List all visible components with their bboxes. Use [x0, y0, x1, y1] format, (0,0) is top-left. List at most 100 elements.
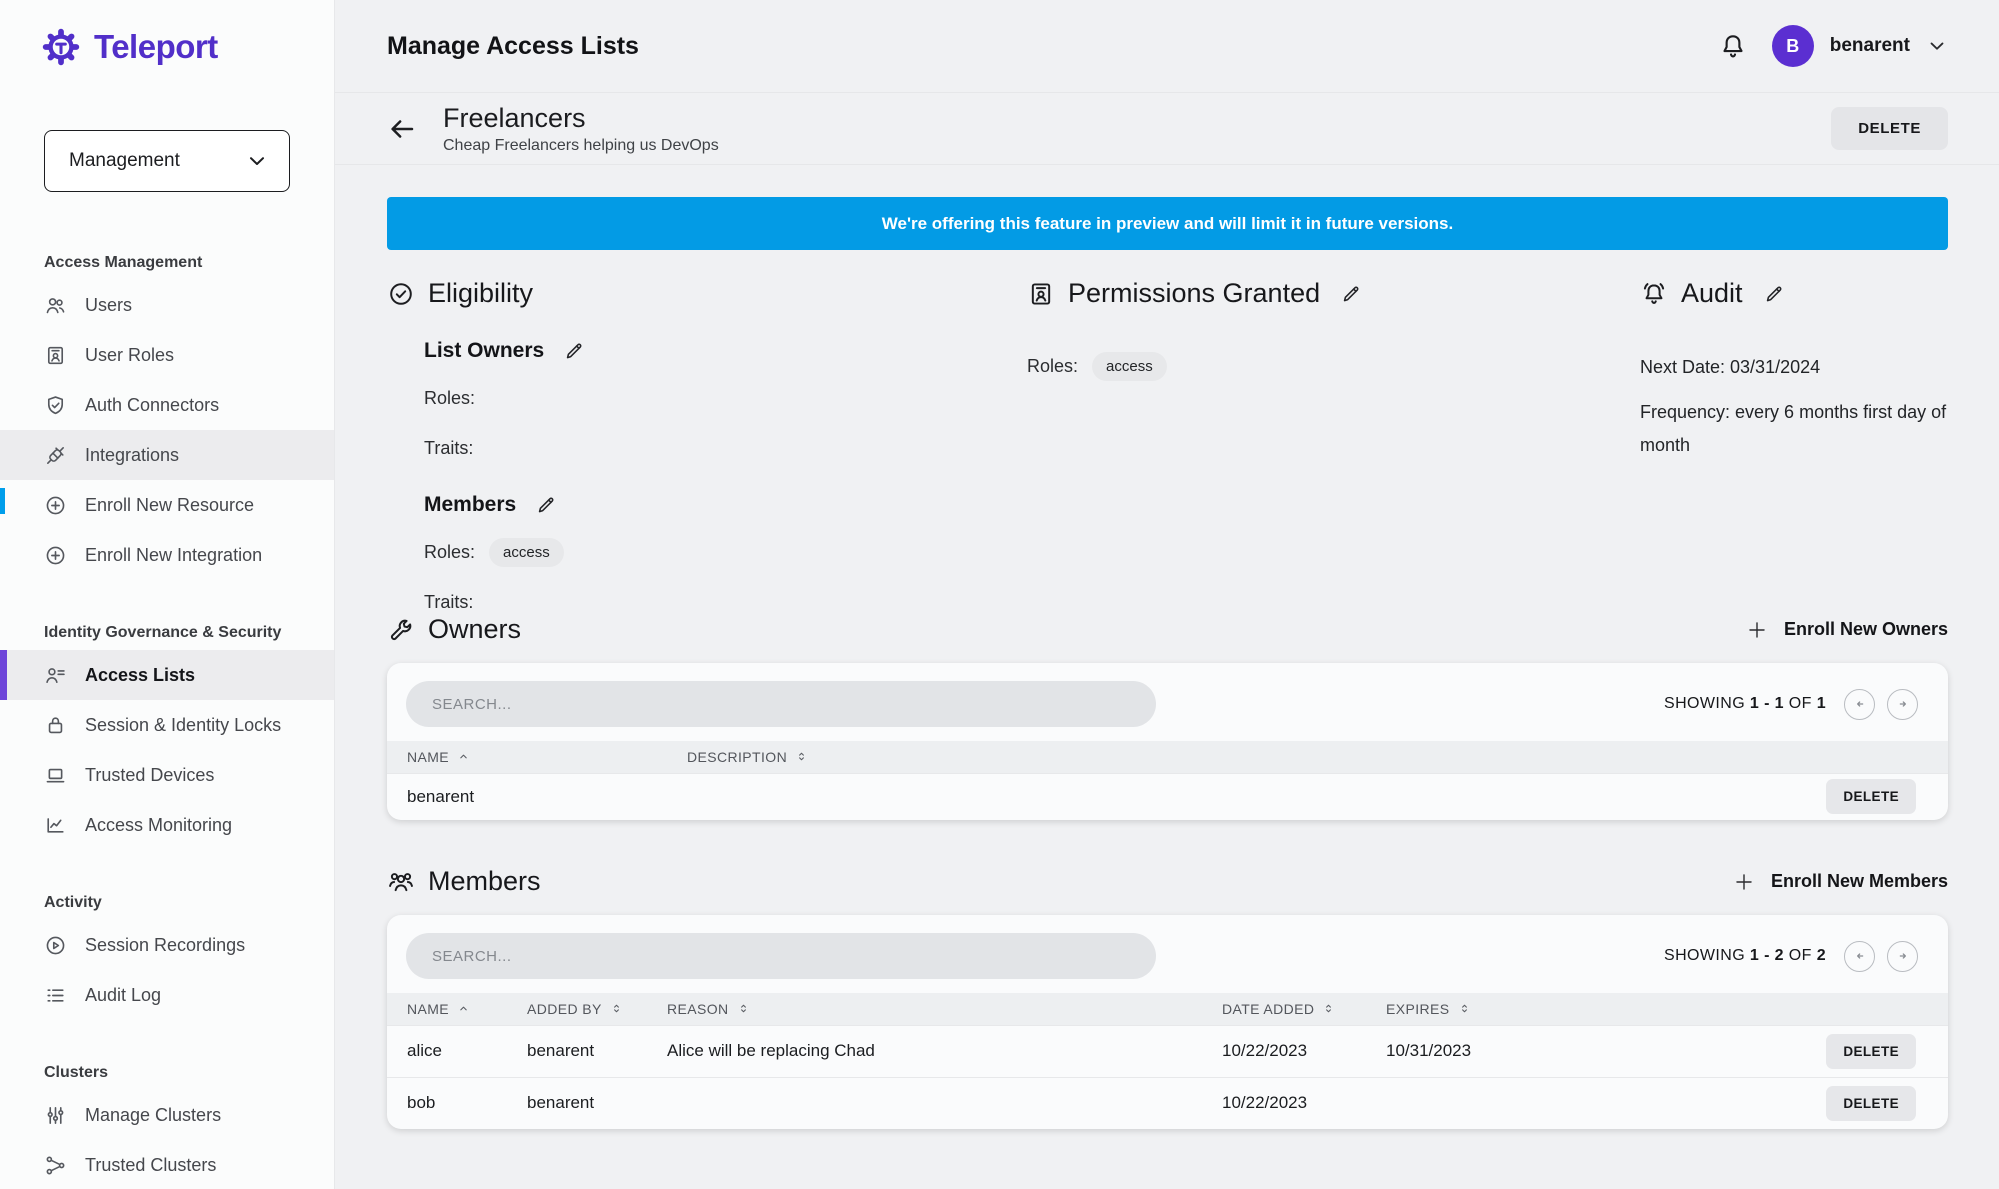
access-list-description: Cheap Freelancers helping us DevOps: [443, 137, 719, 155]
workspace-selector[interactable]: Management: [44, 130, 290, 192]
sidebar-item-access-lists[interactable]: Access Lists: [0, 650, 334, 700]
back-button[interactable]: [387, 114, 417, 144]
owners-search-input[interactable]: [406, 681, 1156, 727]
lock-icon: [44, 714, 67, 737]
owners-heading: Owners: [387, 614, 521, 645]
member-reason-cell: Alice will be replacing Chad: [667, 1025, 1222, 1077]
sidebar-item-trusted-devices[interactable]: Trusted Devices: [0, 750, 334, 800]
column-header-name[interactable]: NAME: [407, 1001, 470, 1017]
id-card-icon: [44, 344, 67, 367]
enroll-new-owners-button[interactable]: Enroll New Owners: [1745, 618, 1948, 642]
user-name: benarent: [1830, 35, 1910, 57]
owners-toolbar: SHOWING 1 - 1 OF 1: [387, 663, 1948, 741]
member-added-by-cell: benarent: [527, 1077, 667, 1129]
workspace-selector-value: Management: [69, 150, 180, 172]
sidebar-item-access-monitoring[interactable]: Access Monitoring: [0, 800, 334, 850]
owners-table-header-row: NAME DESCRIPTION: [387, 741, 1948, 773]
members-search-input[interactable]: [406, 933, 1156, 979]
nav-section-identity-governance: Identity Governance & Security: [44, 624, 334, 642]
topbar-actions: B benarent: [1718, 25, 1948, 67]
owners-title: Owners: [428, 614, 521, 645]
eligibility-members-heading: Members: [424, 493, 1027, 517]
enroll-new-members-label: Enroll New Members: [1771, 871, 1948, 892]
sidebar-item-audit-log[interactable]: Audit Log: [0, 970, 334, 1020]
notifications-button[interactable]: [1718, 31, 1748, 61]
sidebar-item-label: Auth Connectors: [85, 395, 219, 416]
delete-member-button[interactable]: DELETE: [1826, 1086, 1916, 1121]
edit-list-owners-button[interactable]: [563, 340, 585, 362]
role-chip: access: [1092, 352, 1167, 381]
traits-label: Traits:: [424, 438, 473, 459]
sidebar-item-auth-connectors[interactable]: Auth Connectors: [0, 380, 334, 430]
members-pagination: [1844, 941, 1918, 972]
app-window: Teleport Management Access Management Us…: [0, 0, 1999, 1189]
sidebar-item-enroll-new-integration[interactable]: Enroll New Integration: [0, 530, 334, 580]
sidebar-item-session-identity-locks[interactable]: Session & Identity Locks: [0, 700, 334, 750]
sidebar-item-label: Enroll New Resource: [85, 495, 254, 516]
sidebar-item-label: Manage Clusters: [85, 1105, 221, 1126]
sidebar-item-label: Session & Identity Locks: [85, 715, 281, 736]
members-showing-text: SHOWING 1 - 2 OF 2: [1664, 947, 1826, 965]
arrow-left-icon: [387, 114, 417, 144]
column-header-name[interactable]: NAME: [407, 749, 470, 765]
sidebar-item-session-recordings[interactable]: Session Recordings: [0, 920, 334, 970]
person-list-icon: [44, 664, 67, 687]
sidebar-item-trusted-clusters[interactable]: Trusted Clusters: [0, 1140, 334, 1189]
list-owners-title: List Owners: [424, 339, 544, 363]
sidebar-item-manage-clusters[interactable]: Manage Clusters: [0, 1090, 334, 1140]
users-icon: [44, 294, 67, 317]
roles-label: Roles:: [424, 542, 475, 563]
list-owners-traits-row: Traits:: [424, 433, 1027, 463]
members-section-head: Members Enroll New Members: [387, 866, 1948, 897]
column-header-description[interactable]: DESCRIPTION: [687, 749, 808, 765]
next-page-button[interactable]: [1887, 689, 1918, 720]
check-circle-icon: [387, 280, 415, 308]
member-date-added-cell: 10/22/2023: [1222, 1025, 1386, 1077]
owners-pagination: [1844, 689, 1918, 720]
member-roles-row: Roles: access: [424, 537, 1027, 567]
list-icon: [44, 984, 67, 1007]
sidebar-item-user-roles[interactable]: User Roles: [0, 330, 334, 380]
pencil-icon: [563, 340, 585, 362]
sidebar-item-users[interactable]: Users: [0, 280, 334, 330]
people-group-icon: [387, 868, 415, 896]
permissions-section: Permissions Granted Roles: access: [1027, 278, 1640, 578]
shield-check-icon: [44, 394, 67, 417]
edit-audit-button[interactable]: [1763, 283, 1785, 305]
sidebar-item-integrations[interactable]: Integrations: [0, 430, 334, 480]
delete-owner-button[interactable]: DELETE: [1826, 779, 1916, 814]
play-circle-icon: [44, 934, 67, 957]
delete-member-button[interactable]: DELETE: [1826, 1034, 1916, 1069]
edit-permissions-button[interactable]: [1340, 283, 1362, 305]
sort-both-icon: [1458, 1002, 1471, 1015]
sidebar-item-enroll-new-resource[interactable]: Enroll New Resource: [0, 480, 334, 530]
prev-page-button[interactable]: [1844, 941, 1875, 972]
owners-table: NAME DESCRIPTION benarent DELETE: [387, 741, 1948, 820]
next-page-button[interactable]: [1887, 941, 1918, 972]
bell-icon: [1718, 31, 1748, 61]
column-header-expires[interactable]: EXPIRES: [1386, 1001, 1471, 1017]
column-header-added-by[interactable]: ADDED BY: [527, 1001, 623, 1017]
chevron-down-icon: [245, 149, 269, 173]
sort-asc-icon: [457, 1002, 470, 1015]
plug-icon: [44, 444, 67, 467]
prev-page-button[interactable]: [1844, 689, 1875, 720]
column-header-date-added[interactable]: DATE ADDED: [1222, 1001, 1335, 1017]
members-table-header-row: NAME ADDED BY REASON DATE ADDED EXPIRES: [387, 993, 1948, 1025]
sort-both-icon: [1322, 1002, 1335, 1015]
sort-asc-icon: [457, 750, 470, 763]
permissions-title: Permissions Granted: [1068, 278, 1320, 309]
delete-access-list-button[interactable]: DELETE: [1831, 107, 1948, 150]
access-list-title-block: Freelancers Cheap Freelancers helping us…: [443, 103, 719, 155]
sidebar-item-label: User Roles: [85, 345, 174, 366]
eligibility-heading: Eligibility: [387, 278, 1027, 309]
edit-member-requirements-button[interactable]: [535, 494, 557, 516]
teleport-gear-icon: [38, 24, 84, 70]
topbar: Manage Access Lists B benarent: [335, 0, 1999, 93]
user-menu[interactable]: B benarent: [1772, 25, 1948, 67]
plus-circle-icon: [44, 544, 67, 567]
audit-next-date: Next Date: 03/31/2024: [1640, 351, 1948, 384]
column-header-reason[interactable]: REASON: [667, 1001, 750, 1017]
enroll-new-members-button[interactable]: Enroll New Members: [1732, 870, 1948, 894]
audit-title: Audit: [1681, 278, 1743, 309]
